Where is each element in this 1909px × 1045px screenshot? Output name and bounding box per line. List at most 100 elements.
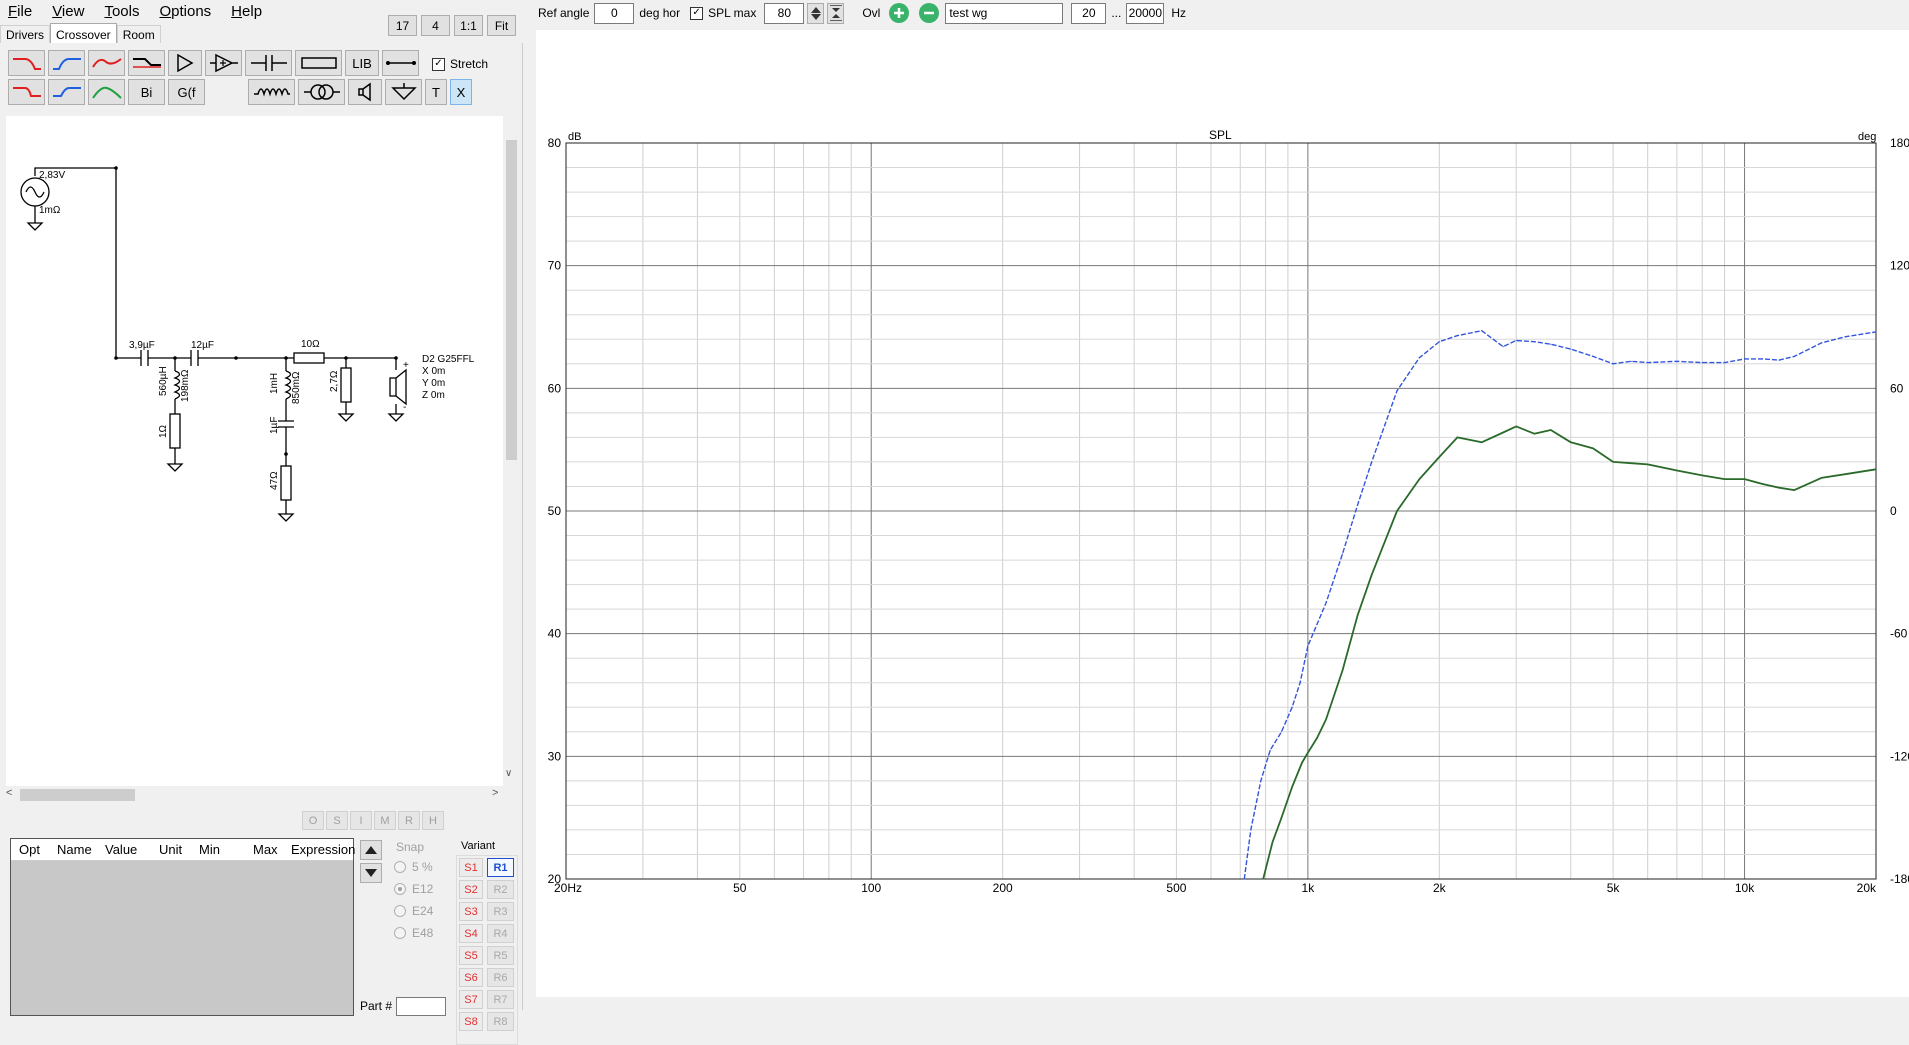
solid-series-point — [1271, 841, 1274, 843]
menu-tools[interactable]: Tools — [104, 3, 139, 20]
bandpass-red-button[interactable] — [88, 50, 125, 76]
ground-button[interactable] — [385, 79, 422, 105]
variant-s6-button[interactable]: S6 — [459, 968, 483, 987]
variant-r4-button[interactable]: R4 — [487, 924, 514, 943]
amplifier-button[interactable] — [205, 50, 242, 76]
move-down-button[interactable] — [360, 863, 382, 883]
opt-o-button[interactable]: O — [302, 811, 324, 830]
variant-r5-button[interactable]: R5 — [487, 946, 514, 965]
opt-i-button[interactable]: I — [350, 811, 372, 830]
solid-series-point — [1533, 433, 1535, 435]
menu-help[interactable]: Help — [231, 3, 262, 20]
triangle-up-icon — [365, 846, 377, 854]
remove-overlay-icon[interactable] — [918, 2, 940, 24]
delete-x-button[interactable]: X — [450, 79, 472, 105]
variant-r8-button[interactable]: R8 — [487, 1012, 514, 1031]
variant-s7-button[interactable]: S7 — [459, 990, 483, 1009]
library-button[interactable]: LIB — [345, 50, 379, 76]
grid-size-17-button[interactable]: 17 — [388, 15, 417, 36]
opt-m-button[interactable]: M — [374, 811, 396, 830]
solid-series-point — [1570, 441, 1572, 443]
variant-r3-button[interactable]: R3 — [487, 902, 514, 921]
vertical-scroll-thumb[interactable] — [506, 140, 517, 460]
snap-e24-radio[interactable]: E24 — [390, 900, 454, 922]
transformer-button[interactable] — [298, 79, 345, 105]
dashed-series-point — [1357, 504, 1359, 506]
snap-5pct-radio[interactable]: 5 % — [390, 856, 454, 878]
l2-label: 1mH — [269, 373, 280, 394]
inductor-button[interactable] — [248, 79, 295, 105]
optimization-table[interactable]: Opt Name Value Unit Min Max Expression — [10, 838, 355, 1016]
wire-button[interactable] — [382, 50, 419, 76]
spl-max-checkbox[interactable]: ✓ — [690, 6, 704, 20]
variant-r7-button[interactable]: R7 — [487, 990, 514, 1009]
highpass-2-button[interactable] — [48, 79, 85, 105]
menu-file[interactable]: File — [8, 3, 32, 20]
variant-s3-button[interactable]: S3 — [459, 902, 483, 921]
variant-r1-button[interactable]: R1 — [487, 858, 514, 877]
spl-max-spinner[interactable] — [807, 2, 825, 24]
col-opt: Opt — [19, 842, 40, 857]
tab-room[interactable]: Room — [116, 25, 161, 44]
stretch-checkbox-box[interactable]: ✓ — [432, 57, 445, 71]
variant-s1-button[interactable]: S1 — [459, 858, 483, 877]
freq-high-input[interactable]: 20000 — [1126, 2, 1165, 24]
transfer-function-button[interactable]: G(f — [168, 79, 205, 105]
scroll-down-arrow-icon[interactable]: ∨ — [505, 768, 512, 779]
snap-e12-radio[interactable]: E12 — [390, 878, 454, 900]
part-number-input[interactable] — [396, 997, 446, 1016]
move-up-button[interactable] — [360, 840, 382, 860]
menu-view[interactable]: View — [52, 3, 84, 20]
schematic-canvas[interactable]: 2,83V 1mΩ 3,9µF 12µF 10Ω 560µH 198mΩ 1Ω … — [6, 116, 503, 786]
opt-h-button[interactable]: H — [422, 811, 444, 830]
crossover-panel: LIB ✓ Stretch Bi G(f T X 2,83V 1mΩ 3,9µF… — [0, 43, 523, 1045]
y-tick-label: 70 — [548, 259, 562, 273]
lowpass-red-button[interactable] — [8, 50, 45, 76]
dashed-series-point — [1592, 355, 1594, 358]
driver-x-label: X 0m — [422, 366, 445, 377]
schematic-vertical-scrollbar[interactable] — [503, 116, 520, 786]
highpass-step-icon — [52, 87, 81, 97]
variant-s2-button[interactable]: S2 — [459, 880, 483, 899]
scroll-left-arrow-icon[interactable]: < — [6, 787, 12, 799]
driver-button[interactable] — [348, 79, 382, 105]
stretch-checkbox[interactable]: ✓ Stretch — [432, 57, 488, 71]
scroll-right-arrow-icon[interactable]: > — [492, 787, 498, 799]
freq-low-input[interactable]: 20 — [1071, 2, 1107, 24]
variant-s8-button[interactable]: S8 — [459, 1012, 483, 1031]
variant-r6-button[interactable]: R6 — [487, 968, 514, 987]
variant-r2-button[interactable]: R2 — [487, 880, 514, 899]
spl-max-input[interactable]: 80 — [764, 2, 805, 24]
horizontal-scroll-thumb[interactable] — [20, 789, 135, 801]
spl-chart-area[interactable]: SPLdBdeg20304050607080-180-120-600601201… — [536, 30, 1909, 997]
ref-angle-input[interactable]: 0 — [594, 2, 635, 24]
snap-e48-radio[interactable]: E48 — [390, 922, 454, 944]
variant-s4-button[interactable]: S4 — [459, 924, 483, 943]
highpass-blue-button[interactable] — [48, 50, 85, 76]
dashed-series-point — [1243, 878, 1245, 880]
zoom-1to1-button[interactable]: 1:1 — [454, 15, 483, 36]
variant-s5-button[interactable]: S5 — [459, 946, 483, 965]
schematic-horizontal-scrollbar[interactable] — [6, 786, 503, 803]
shelf-filter-button[interactable] — [128, 50, 165, 76]
bandpass-green-button[interactable] — [88, 79, 125, 105]
text-button[interactable]: T — [425, 79, 447, 105]
overlay-name-input[interactable]: test wg — [945, 2, 1064, 24]
spl-max-fit-button[interactable] — [827, 2, 845, 24]
biamp-button[interactable]: Bi — [128, 79, 165, 105]
dashed-series-point — [1280, 731, 1283, 733]
grid-size-4-button[interactable]: 4 — [421, 15, 450, 36]
add-overlay-icon[interactable] — [888, 2, 910, 24]
opt-s-button[interactable]: S — [326, 811, 348, 830]
buffer-button[interactable] — [168, 50, 202, 76]
zoom-fit-button[interactable]: Fit — [487, 15, 516, 36]
menu-options[interactable]: Options — [159, 3, 211, 20]
tab-crossover[interactable]: Crossover — [50, 23, 117, 45]
x-tick-label: 200 — [993, 881, 1013, 895]
lowpass-2-button[interactable] — [8, 79, 45, 105]
tab-drivers[interactable]: Drivers — [0, 25, 50, 44]
deg-hor-label: deg hor — [639, 6, 681, 20]
resistor-button[interactable] — [295, 50, 342, 76]
capacitor-button[interactable] — [245, 50, 292, 76]
opt-r-button[interactable]: R — [398, 811, 420, 830]
